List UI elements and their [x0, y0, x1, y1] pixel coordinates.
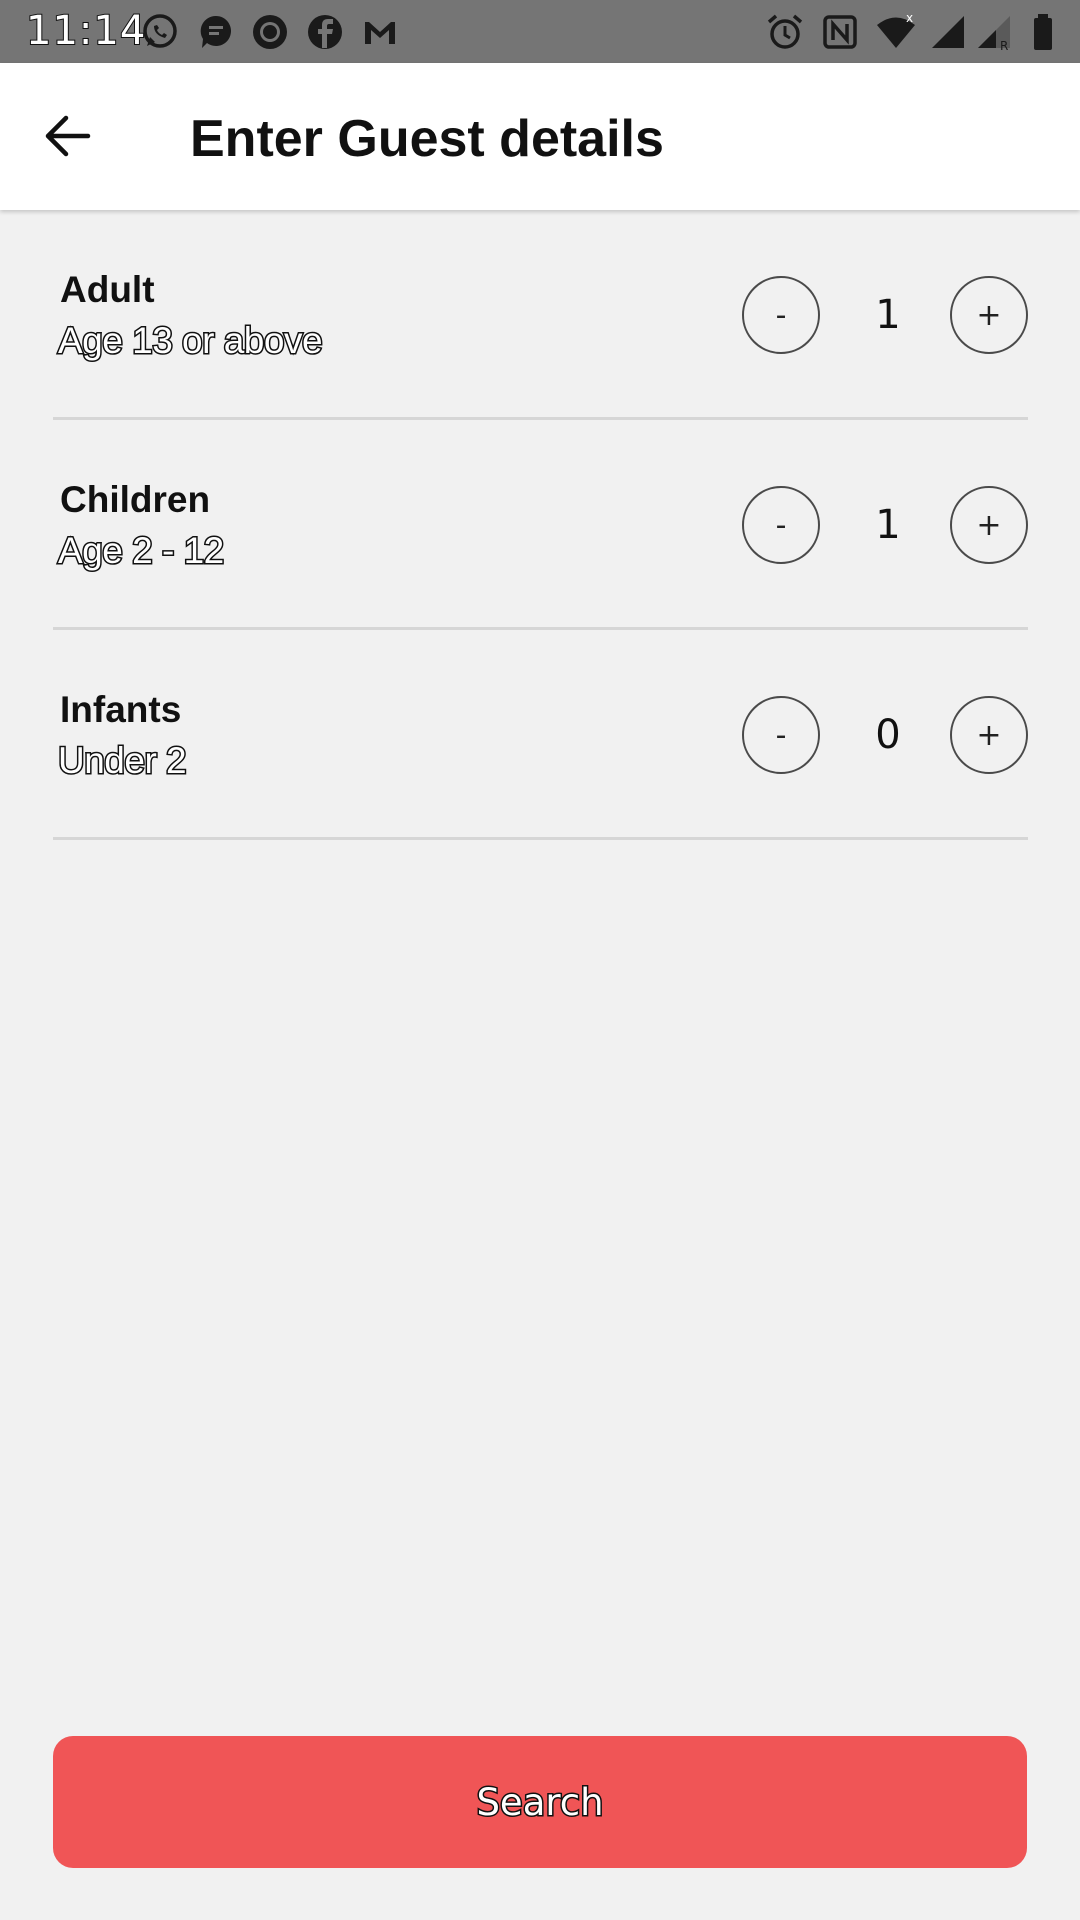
children-increment-button[interactable]: + — [950, 486, 1028, 564]
alarm-icon — [765, 12, 805, 52]
guest-row-children: Children Age 2 - 12 - 1 + — [53, 420, 1028, 630]
guest-age-description: Age 2 - 12 — [57, 529, 226, 573]
nfc-icon — [820, 12, 860, 52]
infants-decrement-button[interactable]: - — [742, 696, 820, 774]
guest-row-infants: Infants Under 2 - 0 + — [53, 630, 1028, 840]
guest-age-description: Age 13 or above — [56, 319, 324, 363]
guest-row-adult: Adult Age 13 or above - 1 + — [53, 210, 1028, 420]
guest-label: Infants — [60, 689, 182, 730]
children-decrement-button[interactable]: - — [742, 486, 820, 564]
infants-count: 0 — [875, 712, 901, 758]
messages-icon — [196, 12, 236, 52]
guest-label: Children — [60, 479, 211, 520]
infants-increment-button[interactable]: + — [950, 696, 1028, 774]
children-count: 1 — [875, 502, 901, 548]
battery-icon — [1024, 12, 1064, 52]
search-button-label: Search — [475, 1779, 605, 1825]
back-button[interactable] — [28, 103, 108, 173]
gmail-icon — [360, 12, 400, 52]
page-title: Enter Guest details — [190, 110, 664, 168]
adult-decrement-button[interactable]: - — [742, 276, 820, 354]
circle-app-icon — [250, 12, 290, 52]
svg-text:R: R — [1000, 39, 1008, 52]
facebook-icon — [305, 12, 345, 52]
guest-list: Adult Age 13 or above - 1 + Children Age… — [53, 210, 1028, 840]
signal-icon — [928, 12, 968, 52]
status-time: 11:14 — [25, 7, 147, 55]
wifi-icon: x — [876, 12, 916, 52]
adult-count: 1 — [875, 292, 901, 338]
app-bar: Enter Guest details — [0, 63, 1080, 210]
guest-label: Adult — [60, 269, 155, 310]
svg-text:x: x — [906, 12, 913, 25]
arrow-left-icon — [44, 114, 92, 163]
whatsapp-icon — [140, 12, 180, 52]
guest-age-description: Under 2 — [56, 739, 188, 783]
signal-roaming-icon: R — [974, 12, 1014, 52]
adult-increment-button[interactable]: + — [950, 276, 1028, 354]
status-bar: 11:14 x R — [0, 0, 1080, 63]
search-button[interactable]: Search — [53, 1736, 1027, 1868]
